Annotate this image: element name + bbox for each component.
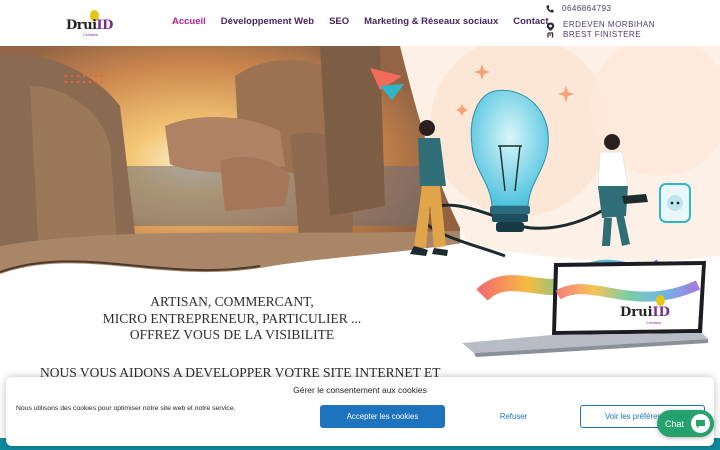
logo-word-a: Drui (66, 18, 97, 33)
location-row: ERDEVEN MORBIHAN BREST FINISTERE (546, 20, 716, 39)
chat-bubble-icon (691, 414, 710, 433)
location-line-2: BREST FINISTERE (563, 29, 642, 39)
laptop-logo: DruiID Création (620, 295, 680, 325)
map-pin-icon (546, 22, 555, 37)
laptop-logo-subtitle: Création (646, 320, 662, 325)
cookie-consent-banner: Gérer le consentement aux cookies Nous u… (6, 377, 714, 446)
phone-icon (546, 4, 554, 13)
chat-label: Chat (665, 418, 685, 429)
nav-developpement-web[interactable]: Développement Web (221, 16, 314, 27)
site-header: DruiID Création Accueil Développement We… (0, 0, 720, 46)
laptop-logo-word-b: ID (652, 305, 670, 320)
nav-accueil[interactable]: Accueil (172, 16, 206, 27)
tagline-line-3: OFFREZ VOUS DE LA VISIBILITE (129, 327, 335, 342)
tagline-line-1: ARTISAN, COMMERCANT, (150, 294, 314, 309)
nav-marketing[interactable]: Marketing & Réseaux sociaux (364, 16, 498, 27)
tagline-line-2: MICRO ENTREPRENEUR, PARTICULIER ... (102, 310, 362, 326)
phone-row[interactable]: 0646864793 (546, 4, 716, 13)
hero-tagline: ARTISAN, COMMERCANT, MICRO ENTREPRENEUR,… (88, 294, 376, 344)
accept-cookies-button[interactable]: Accepter les cookies (320, 405, 445, 428)
header-contact: 0646864793 ERDEVEN MORBIHAN BREST FINIST… (546, 4, 716, 39)
logo-subtitle: Création (83, 32, 99, 37)
cookie-message: Nous utilisons des cookies pour optimise… (16, 405, 236, 412)
chat-widget-button[interactable]: Chat (657, 410, 714, 437)
logo-word-b: ID (96, 18, 114, 33)
location-line-1: ERDEVEN MORBIHAN (563, 20, 656, 29)
cookie-title: Gérer le consentement aux cookies (293, 385, 427, 395)
phone-number: 0646864793 (562, 4, 612, 13)
laptop-illustration: DruiID Création (462, 255, 712, 367)
nav-seo[interactable]: SEO (329, 16, 349, 27)
nav-contact[interactable]: Contact (513, 16, 548, 27)
main-nav: Accueil Développement Web SEO Marketing … (172, 16, 549, 27)
refuse-cookies-button[interactable]: Refuser (451, 405, 576, 428)
laptop-logo-word-a: Drui (620, 305, 653, 320)
site-logo[interactable]: DruiID Création (66, 10, 114, 37)
